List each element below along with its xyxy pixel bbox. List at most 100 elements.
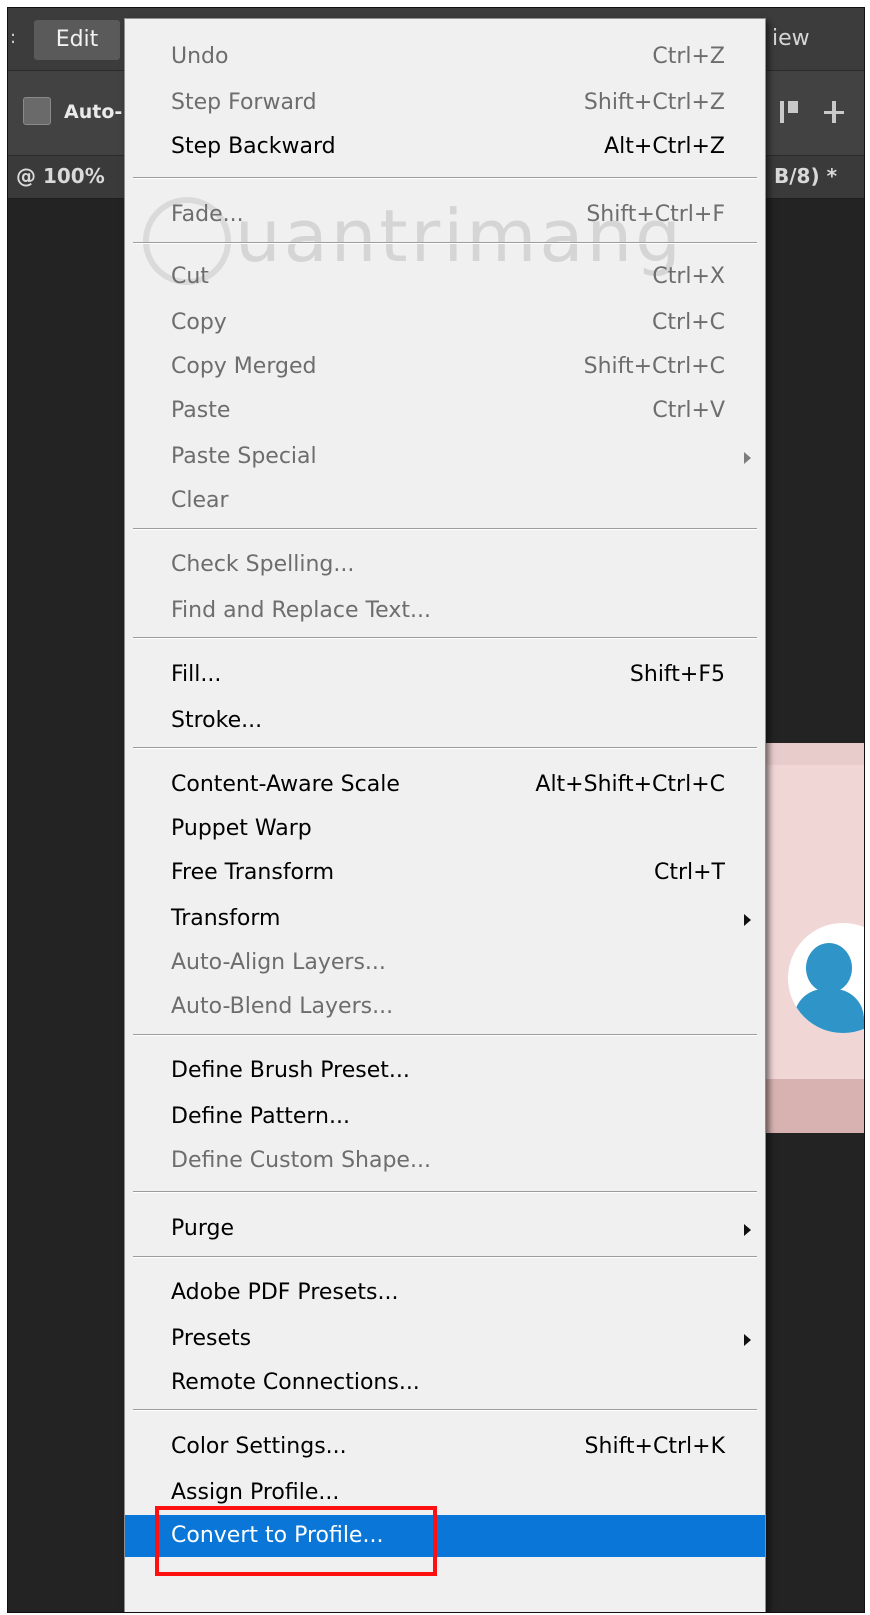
- menu-item-paste-special[interactable]: Paste Special: [125, 436, 765, 478]
- menu-item-label: Define Brush Preset...: [171, 1058, 410, 1083]
- menu-edit[interactable]: Edit: [34, 20, 120, 60]
- menu-item-label: Find and Replace Text...: [171, 598, 431, 623]
- menu-item-fill[interactable]: Fill... Shift+F5: [125, 654, 765, 696]
- menu-item-copy-merged[interactable]: Copy Merged Shift+Ctrl+C: [125, 346, 765, 388]
- menu-item-label: Auto-Blend Layers...: [171, 994, 394, 1019]
- menu-item-fade[interactable]: Fade... Shift+Ctrl+F: [125, 194, 765, 236]
- auto-select-label: Auto-: [64, 101, 123, 123]
- menu-item-label: Copy: [171, 310, 227, 335]
- menu-item-label: Color Settings...: [171, 1434, 347, 1459]
- menu-item-label: Presets: [171, 1326, 252, 1351]
- menu-item-shortcut: Ctrl+C: [652, 310, 725, 335]
- submenu-arrow-icon: [744, 1224, 751, 1236]
- menu-separator: [133, 1191, 757, 1193]
- menu-item-auto-blend-layers[interactable]: Auto-Blend Layers...: [125, 986, 765, 1028]
- menu-item-label: Define Pattern...: [171, 1104, 350, 1129]
- menu-item-label: Adobe PDF Presets...: [171, 1280, 399, 1305]
- menu-item-label: Clear: [171, 488, 229, 513]
- edit-menu-dropdown: uantrimang Undo Ctrl+Z Step Forward Shift+C…: [124, 18, 766, 1612]
- menu-item-paste[interactable]: Paste Ctrl+V: [125, 390, 765, 432]
- align-icons[interactable]: [774, 97, 860, 127]
- menu-item-label: Auto-Align Layers...: [171, 950, 386, 975]
- menu-item-shortcut: Ctrl+T: [653, 860, 725, 885]
- menu-item-label: Cut: [171, 264, 209, 289]
- menu-bar-separator: :: [10, 27, 17, 48]
- menu-item-label: Convert to Profile...: [171, 1523, 384, 1548]
- menu-item-shortcut: Shift+Ctrl+Z: [583, 90, 725, 115]
- menu-item-presets[interactable]: Presets: [125, 1318, 765, 1360]
- menu-separator: [133, 1256, 757, 1258]
- menu-item-label: Stroke...: [171, 708, 263, 733]
- menu-item-label: Assign Profile...: [171, 1480, 340, 1505]
- menu-item-check-spelling[interactable]: Check Spelling...: [125, 544, 765, 586]
- menu-item-content-aware-scale[interactable]: Content-Aware Scale Alt+Shift+Ctrl+C: [125, 764, 765, 806]
- menu-item-stroke[interactable]: Stroke...: [125, 700, 765, 742]
- menu-item-define-brush-preset[interactable]: Define Brush Preset...: [125, 1050, 765, 1092]
- menu-item-label: Purge: [171, 1216, 234, 1241]
- menu-item-shortcut: Shift+Ctrl+F: [586, 202, 725, 227]
- submenu-arrow-icon: [744, 914, 751, 926]
- menu-item-shortcut: Alt+Shift+Ctrl+C: [535, 772, 725, 797]
- menu-item-label: Check Spelling...: [171, 552, 355, 577]
- menu-item-copy[interactable]: Copy Ctrl+C: [125, 302, 765, 344]
- menu-item-shortcut: Ctrl+Z: [652, 44, 725, 69]
- menu-item-remote-connections[interactable]: Remote Connections...: [125, 1362, 765, 1404]
- align-top-icon[interactable]: [780, 101, 784, 123]
- auto-select-checkbox[interactable]: [23, 97, 51, 125]
- menu-item-undo[interactable]: Undo Ctrl+Z: [125, 36, 765, 78]
- menu-item-step-forward[interactable]: Step Forward Shift+Ctrl+Z: [125, 82, 765, 124]
- menu-item-find-and-replace-text[interactable]: Find and Replace Text...: [125, 590, 765, 632]
- menu-item-shortcut: Shift+Ctrl+C: [583, 354, 725, 379]
- menu-item-cut[interactable]: Cut Ctrl+X: [125, 256, 765, 298]
- menu-item-label: Fade...: [171, 202, 244, 227]
- menu-item-label: Paste Special: [171, 444, 317, 469]
- menu-item-label: Remote Connections...: [171, 1370, 420, 1395]
- menu-item-label: Transform: [171, 906, 281, 931]
- user-head-shape: [806, 943, 852, 993]
- menu-item-clear[interactable]: Clear: [125, 480, 765, 522]
- photoshop-window: : Edit iew Auto- @ 100% B/8) * uantriman…: [7, 7, 865, 1613]
- menu-separator: [133, 177, 757, 179]
- menu-item-auto-align-layers[interactable]: Auto-Align Layers...: [125, 942, 765, 984]
- menu-item-shortcut: Ctrl+V: [652, 398, 725, 423]
- menu-separator: [133, 637, 757, 639]
- menu-item-shortcut: Shift+Ctrl+K: [584, 1434, 725, 1459]
- submenu-arrow-icon: [744, 1334, 751, 1346]
- menu-item-assign-profile[interactable]: Assign Profile...: [125, 1472, 765, 1514]
- menu-item-shortcut: Shift+F5: [629, 662, 725, 687]
- menu-item-label: Step Forward: [171, 90, 317, 115]
- menu-item-label: Undo: [171, 44, 229, 69]
- menu-item-shortcut: Alt+Ctrl+Z: [604, 134, 725, 159]
- menu-separator: [133, 528, 757, 530]
- menu-item-define-custom-shape[interactable]: Define Custom Shape...: [125, 1140, 765, 1182]
- align-middle-icon-part: [832, 101, 836, 123]
- menu-separator: [133, 747, 757, 749]
- document-zoom: @ 100%: [16, 164, 105, 188]
- menu-separator: [133, 1034, 757, 1036]
- menu-item-label: Fill...: [171, 662, 222, 687]
- menu-item-label: Free Transform: [171, 860, 335, 885]
- menu-item-transform[interactable]: Transform: [125, 898, 765, 940]
- menu-item-purge[interactable]: Purge: [125, 1208, 765, 1250]
- menu-item-adobe-pdf-presets[interactable]: Adobe PDF Presets...: [125, 1272, 765, 1314]
- menu-item-label: Step Backward: [171, 134, 336, 159]
- submenu-arrow-icon: [744, 452, 751, 464]
- user-body-shape: [794, 989, 864, 1033]
- menu-item-label: Define Custom Shape...: [171, 1148, 431, 1173]
- align-top-icon-part: [788, 101, 798, 113]
- menu-item-convert-to-profile[interactable]: Convert to Profile...: [125, 1515, 765, 1557]
- menu-item-puppet-warp[interactable]: Puppet Warp: [125, 808, 765, 850]
- document-mode: B/8) *: [774, 164, 838, 188]
- menu-item-label: Content-Aware Scale: [171, 772, 400, 797]
- menu-separator: [133, 242, 757, 244]
- menu-item-define-pattern[interactable]: Define Pattern...: [125, 1096, 765, 1138]
- menu-item-color-settings[interactable]: Color Settings... Shift+Ctrl+K: [125, 1426, 765, 1468]
- menu-item-free-transform[interactable]: Free Transform Ctrl+T: [125, 852, 765, 894]
- menu-item-label: Copy Merged: [171, 354, 317, 379]
- menu-item-label: Paste: [171, 398, 231, 423]
- menu-item-step-backward[interactable]: Step Backward Alt+Ctrl+Z: [125, 126, 765, 168]
- menu-view[interactable]: iew: [772, 26, 810, 51]
- menu-item-shortcut: Ctrl+X: [652, 264, 725, 289]
- menu-item-label: Puppet Warp: [171, 816, 312, 841]
- menu-separator: [133, 1409, 757, 1411]
